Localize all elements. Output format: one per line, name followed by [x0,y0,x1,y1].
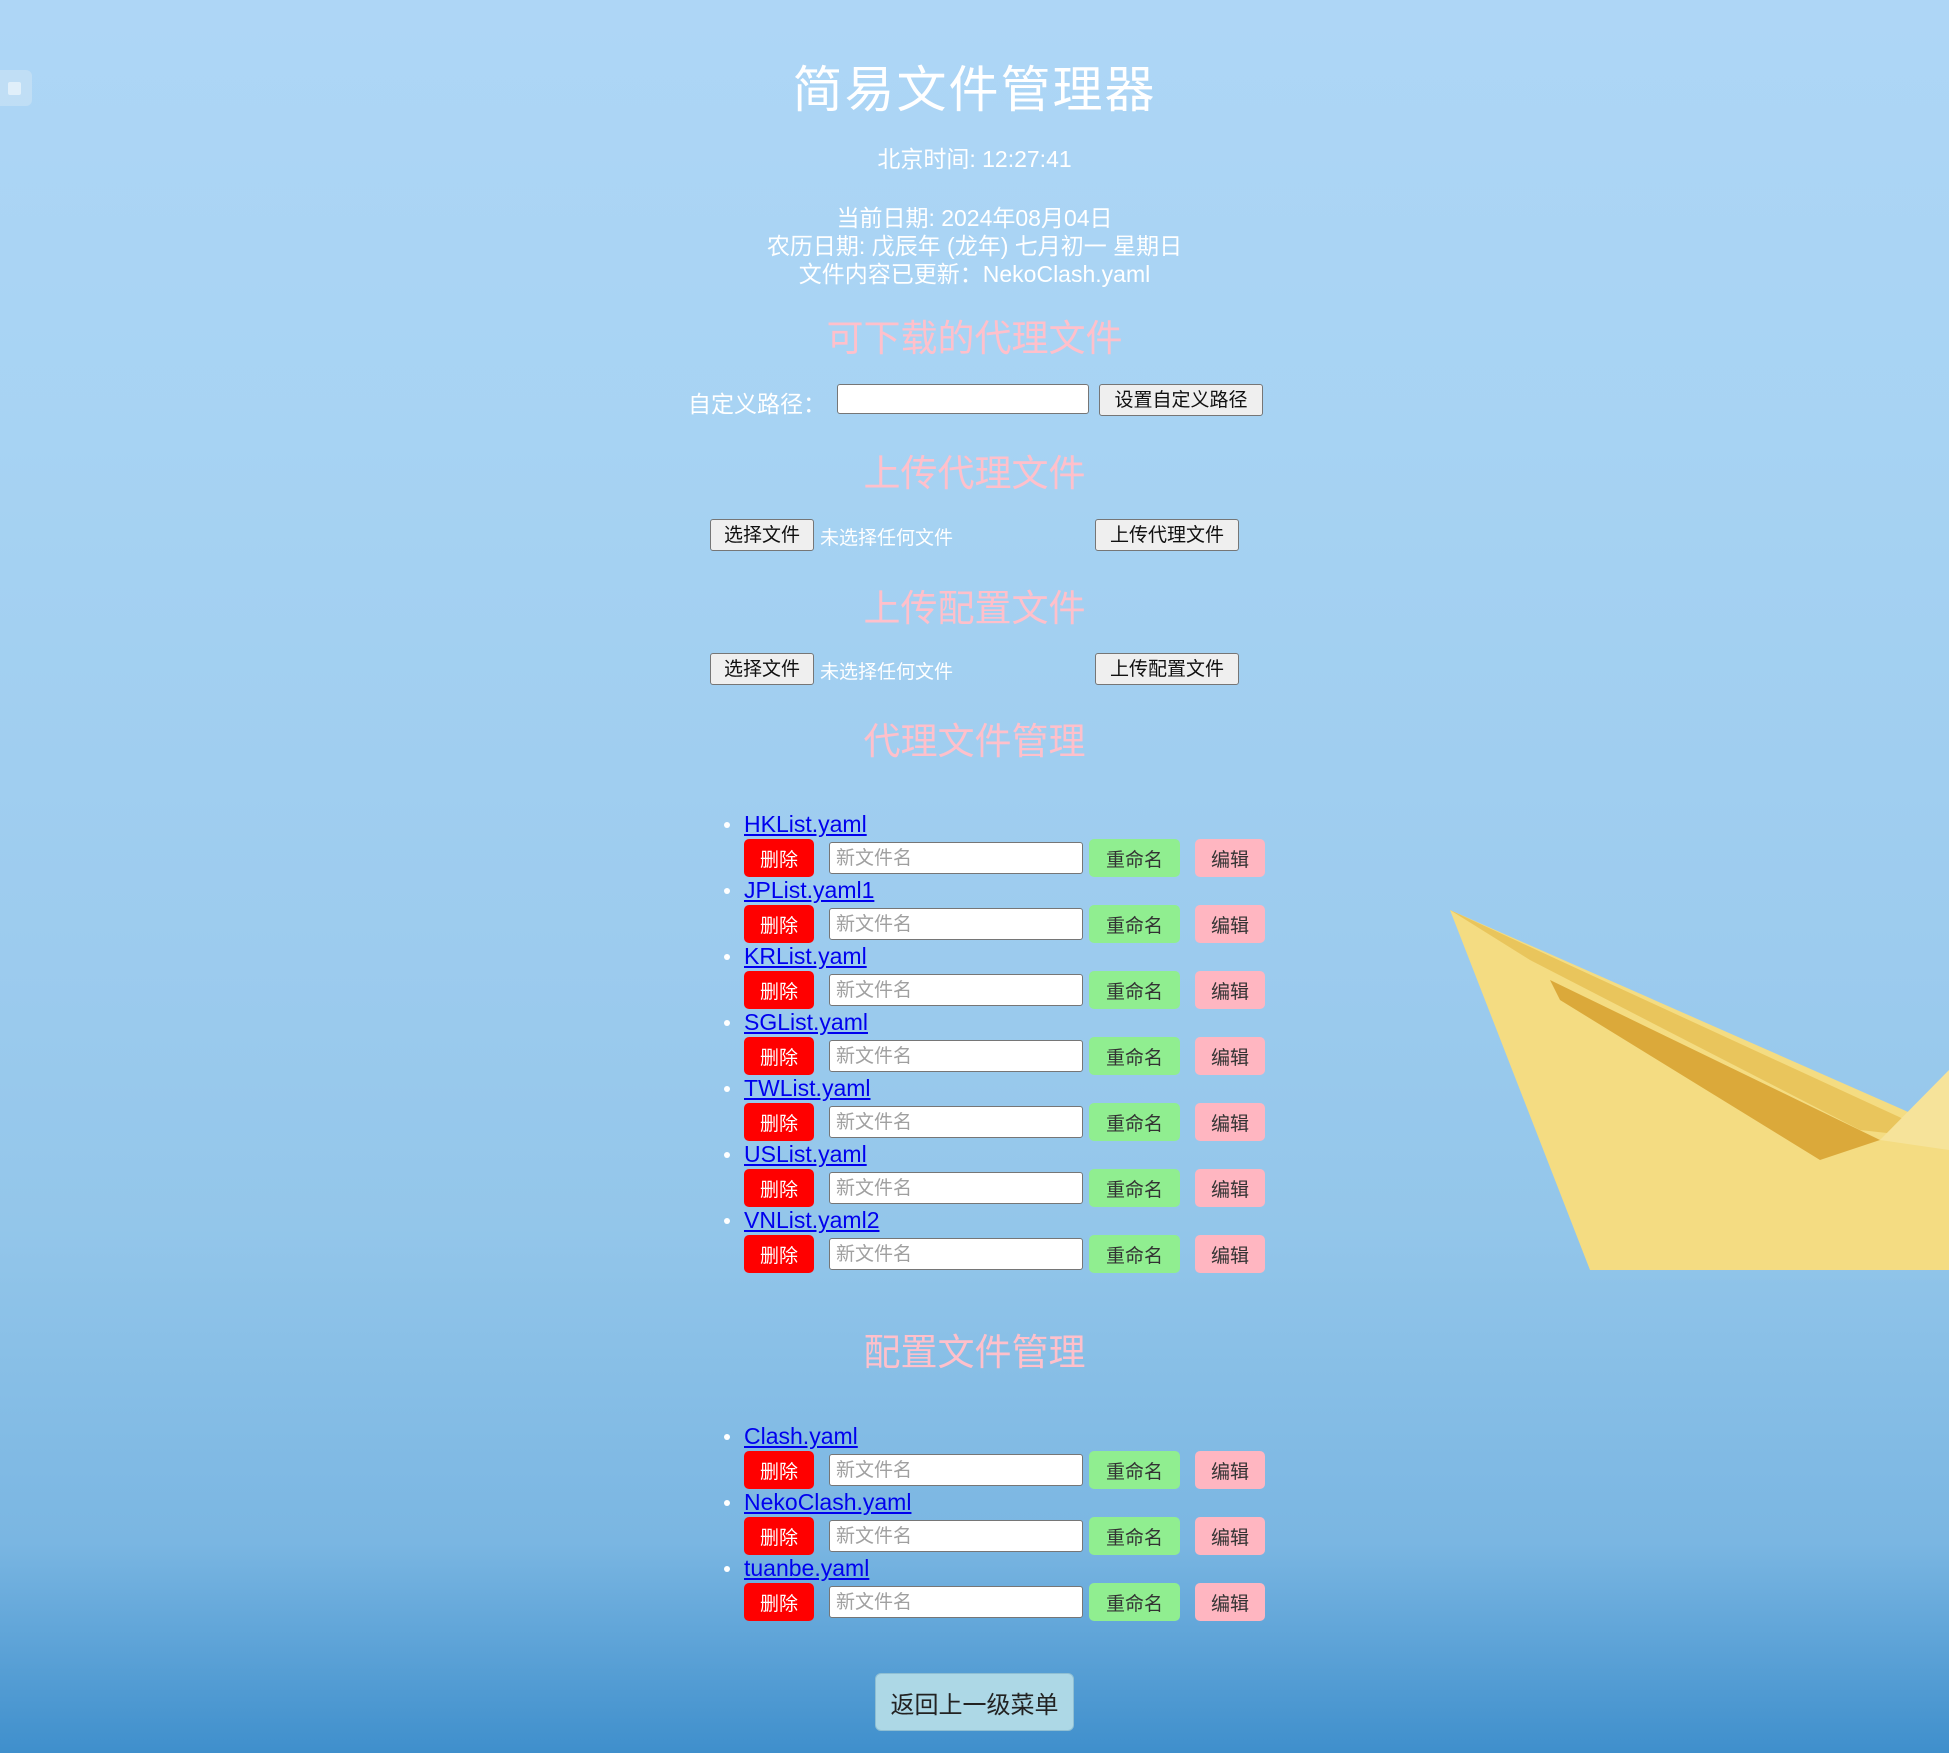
file-actions: 删除 重命名编辑 [744,1583,1284,1621]
update-notice: 文件内容已更新：NekoClash.yaml [798,261,1151,287]
new-filename-input[interactable] [829,1172,1083,1204]
choose-proxy-file-button[interactable]: 选择文件 [710,519,814,551]
file-link[interactable]: Clash.yaml [744,1423,858,1449]
file-link[interactable]: HKList.yaml [744,811,867,837]
upload-proxy-button[interactable]: 上传代理文件 [1095,519,1239,551]
custom-path-input[interactable] [837,384,1089,414]
beijing-time: 北京时间: 12:27:41 [877,146,1072,172]
proxy-file-status: 未选择任何文件 [820,527,954,549]
edit-button[interactable]: 编辑 [1195,1517,1265,1555]
bullet-icon [724,1020,730,1026]
rename-button[interactable]: 重命名 [1089,1517,1180,1555]
edit-button[interactable]: 编辑 [1195,1451,1265,1489]
new-filename-input[interactable] [829,908,1083,940]
set-custom-path-button[interactable]: 设置自定义路径 [1099,384,1263,416]
file-actions: 删除 重命名编辑 [744,1169,1284,1207]
file-actions: 删除 重命名编辑 [744,1235,1284,1273]
delete-button[interactable]: 删除 [744,905,814,943]
delete-button[interactable]: 删除 [744,1451,814,1489]
bullet-icon [724,954,730,960]
bullet-icon [724,1566,730,1572]
file-actions: 删除 重命名编辑 [744,905,1284,943]
custom-path-label: 自定义路径： [688,391,826,417]
back-to-menu-button[interactable]: 返回上一级菜单 [875,1673,1074,1731]
file-actions: 删除 重命名编辑 [744,971,1284,1009]
edit-button[interactable]: 编辑 [1195,1103,1265,1141]
new-filename-input[interactable] [829,974,1083,1006]
delete-button[interactable]: 删除 [744,839,814,877]
file-actions: 删除 重命名编辑 [744,839,1284,877]
file-link[interactable]: JPList.yaml1 [744,877,874,903]
file-actions: 删除 重命名编辑 [744,1451,1284,1489]
edit-button[interactable]: 编辑 [1195,839,1265,877]
bullet-icon [724,1500,730,1506]
edit-button[interactable]: 编辑 [1195,1169,1265,1207]
new-filename-input[interactable] [829,1454,1083,1486]
paper-boat-illustration [1450,910,1949,1270]
config-file-status: 未选择任何文件 [820,661,954,683]
bullet-icon [724,888,730,894]
rename-button[interactable]: 重命名 [1089,1169,1180,1207]
bullet-icon [724,1218,730,1224]
rename-button[interactable]: 重命名 [1089,1037,1180,1075]
file-link[interactable]: VNList.yaml2 [744,1207,879,1233]
file-link[interactable]: TWList.yaml [744,1075,871,1101]
rename-button[interactable]: 重命名 [1089,971,1180,1009]
rename-button[interactable]: 重命名 [1089,1451,1180,1489]
edit-button[interactable]: 编辑 [1195,1235,1265,1273]
new-filename-input[interactable] [829,1520,1083,1552]
file-actions: 删除 重命名编辑 [744,1103,1284,1141]
bullet-icon [724,1086,730,1092]
file-link[interactable]: tuanbe.yaml [744,1555,869,1581]
new-filename-input[interactable] [829,1238,1083,1270]
bullet-icon [724,1152,730,1158]
new-filename-input[interactable] [829,842,1083,874]
rename-button[interactable]: 重命名 [1089,905,1180,943]
downloadable-title: 可下载的代理文件 [826,317,1123,360]
edit-button[interactable]: 编辑 [1195,905,1265,943]
delete-button[interactable]: 删除 [744,1169,814,1207]
file-link[interactable]: NekoClash.yaml [744,1489,911,1515]
file-actions: 删除 重命名编辑 [744,1517,1284,1555]
file-actions: 删除 重命名编辑 [744,1037,1284,1075]
choose-config-file-button[interactable]: 选择文件 [710,653,814,685]
proxy-manage-title: 代理文件管理 [863,720,1086,763]
delete-button[interactable]: 删除 [744,1037,814,1075]
new-filename-input[interactable] [829,1040,1083,1072]
delete-button[interactable]: 删除 [744,1517,814,1555]
edit-button[interactable]: 编辑 [1195,971,1265,1009]
new-filename-input[interactable] [829,1106,1083,1138]
bullet-icon [724,822,730,828]
upload-config-button[interactable]: 上传配置文件 [1095,653,1239,685]
delete-button[interactable]: 删除 [744,1235,814,1273]
file-link[interactable]: KRList.yaml [744,943,867,969]
upload-proxy-title: 上传代理文件 [863,452,1086,495]
page-title: 简易文件管理器 [792,61,1157,119]
bullet-icon [724,1434,730,1440]
rename-button[interactable]: 重命名 [1089,1235,1180,1273]
file-link[interactable]: USList.yaml [744,1141,867,1167]
file-link[interactable]: SGList.yaml [744,1009,868,1035]
delete-button[interactable]: 删除 [744,971,814,1009]
config-manage-title: 配置文件管理 [863,1331,1086,1374]
rename-button[interactable]: 重命名 [1089,839,1180,877]
edit-button[interactable]: 编辑 [1195,1037,1265,1075]
rename-button[interactable]: 重命名 [1089,1103,1180,1141]
edit-button[interactable]: 编辑 [1195,1583,1265,1621]
upload-config-title: 上传配置文件 [863,587,1086,630]
delete-button[interactable]: 删除 [744,1103,814,1141]
rename-button[interactable]: 重命名 [1089,1583,1180,1621]
new-filename-input[interactable] [829,1586,1083,1618]
delete-button[interactable]: 删除 [744,1583,814,1621]
